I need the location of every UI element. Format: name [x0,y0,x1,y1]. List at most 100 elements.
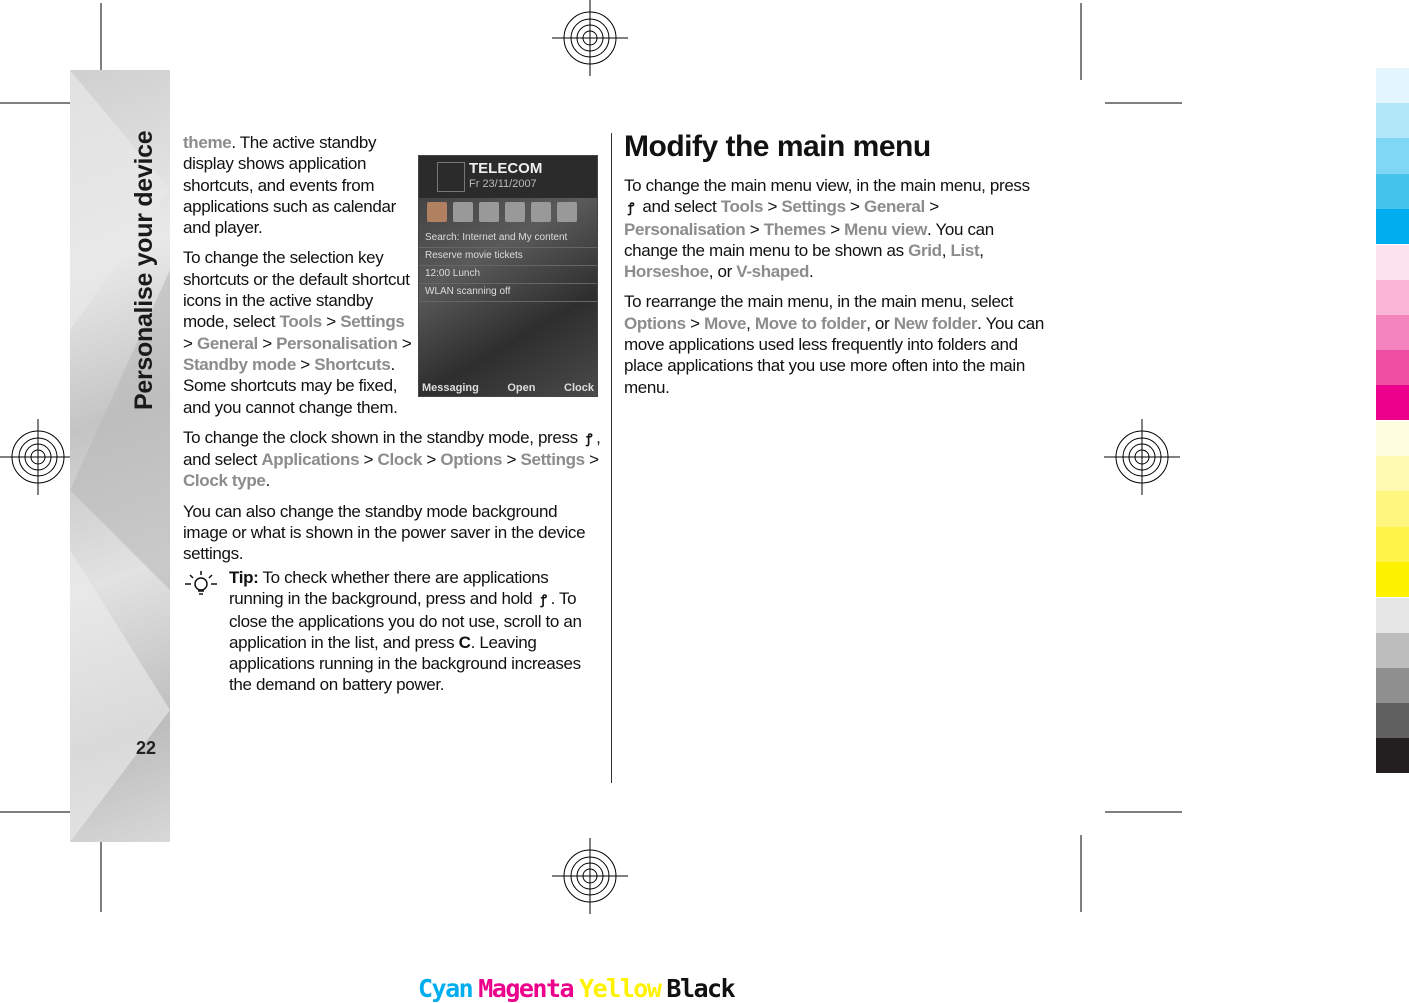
menu-path-item: Options [624,313,686,333]
tip-text: Tip: To check whether there are applicat… [229,567,604,696]
color-label-yellow: Yellow [579,974,662,1003]
menu-path-item: Shortcuts [314,354,391,374]
menu-path-item: V-shaped [736,262,810,282]
text: , [979,240,984,260]
operator-name: TELECOM [469,160,543,177]
color-swatch [1376,597,1409,633]
text: and select [638,197,721,217]
color-label-magenta: Magenta [478,974,574,1003]
calendar-icon [479,202,499,222]
clock-icon [437,162,465,192]
paragraph: theme. The active standby display shows … [183,132,415,238]
menu-path-item: Move to folder [754,313,867,333]
bold-text: C [458,632,471,652]
color-swatch [1376,279,1409,315]
menu-key-icon: ꝭ [540,592,547,608]
menu-path-item: Move [704,313,747,333]
menu-path-item: Settings [781,197,846,217]
chapter-title: Personalise your device [130,130,158,410]
color-swatch [1376,350,1409,386]
menu-path-item: Clock type [183,471,266,491]
message-icon [453,202,473,222]
text: . [809,262,814,282]
color-swatch [1376,244,1409,280]
text: > [763,197,782,217]
standby-row: Search: Internet and My content [419,230,597,248]
color-swatch [1376,703,1409,739]
text: , or [708,262,737,282]
text: > [397,333,412,353]
color-swatch [1376,421,1409,457]
softkey-left: Messaging [422,382,479,394]
menu-path-item: New folder [893,313,978,333]
color-swatch [1376,667,1409,704]
menu-path-item: Menu view [844,219,927,239]
color-swatch [1376,491,1409,527]
menu-path-item: General [196,333,258,353]
color-swatch [1376,68,1409,104]
menu-path-item: Options [440,450,503,470]
text: You can also change the standby mode bac… [183,501,586,564]
text: > [257,333,277,353]
right-column: To change the main menu view, in the mai… [624,175,1044,398]
standby-row: 12:00 Lunch [419,266,597,284]
color-label-black: Black [666,974,735,1003]
color-swatch [1376,738,1409,774]
color-swatch [1376,526,1409,562]
section-heading: Modify the main menu [624,130,931,163]
text: To change the clock shown in the standby… [183,427,583,447]
color-swatch [1376,561,1409,597]
menu-path-item: Themes [763,219,827,239]
menu-path-item: Applications [261,450,360,470]
text: > [183,333,197,353]
color-swatch [1376,173,1409,209]
text: > [825,219,845,239]
menu-path-item: Tools [720,197,764,217]
music-icon [427,202,447,222]
text: > [321,312,341,332]
text: . [265,471,270,491]
menu-path-item: Clock [377,450,423,470]
standby-screen-image: TELECOM Fr 23/11/2007 Search: Internet a… [418,155,598,397]
menu-path-item: theme [183,133,232,152]
menu-path-item: Grid [908,240,942,260]
softkey-middle: Open [507,382,536,394]
text: To rearrange the main menu, in the main … [624,292,1014,312]
text: > [845,197,864,217]
shortcut-icons [419,198,597,230]
softkey-right: Clock [564,382,594,394]
color-swatch [1376,103,1409,139]
page-number: 22 [136,738,157,758]
paragraph: You can also change the standby mode bac… [183,501,588,565]
paragraph: To change the selection key shortcuts or… [183,247,415,417]
menu-key-icon: ꝭ [586,430,593,446]
lightbulb-tip-icon [185,571,217,595]
text: To check whether there are applications … [229,568,549,609]
color-swatch [1376,385,1409,421]
date: Fr 23/11/2007 [469,178,537,190]
bluetooth-icon [531,202,551,222]
color-swatch [1376,456,1409,492]
color-label-cyan: Cyan [418,974,474,1003]
menu-path-item: Standby mode [183,354,296,374]
menu-path-item: General [864,197,925,217]
text: , [746,313,755,333]
paragraph: To rearrange the main menu, in the main … [624,291,1044,397]
text: > [359,450,378,470]
web-icon [505,202,525,222]
menu-path-item: Personalisation [624,219,746,239]
color-swatch [1376,632,1409,668]
text: > [685,313,705,333]
bold-text: Tip: [229,568,259,587]
menu-path-item: Personalisation [276,333,398,353]
menu-path-item: Settings [340,312,405,332]
color-swatch [1376,314,1409,351]
text: > [422,450,441,470]
text: , or [866,313,894,333]
text: To change the main menu view, in the mai… [624,176,1030,195]
color-swatch [1376,138,1409,174]
tools-icon [557,202,577,222]
text: > [502,450,521,470]
column-divider [611,133,612,783]
text: > [584,450,599,470]
